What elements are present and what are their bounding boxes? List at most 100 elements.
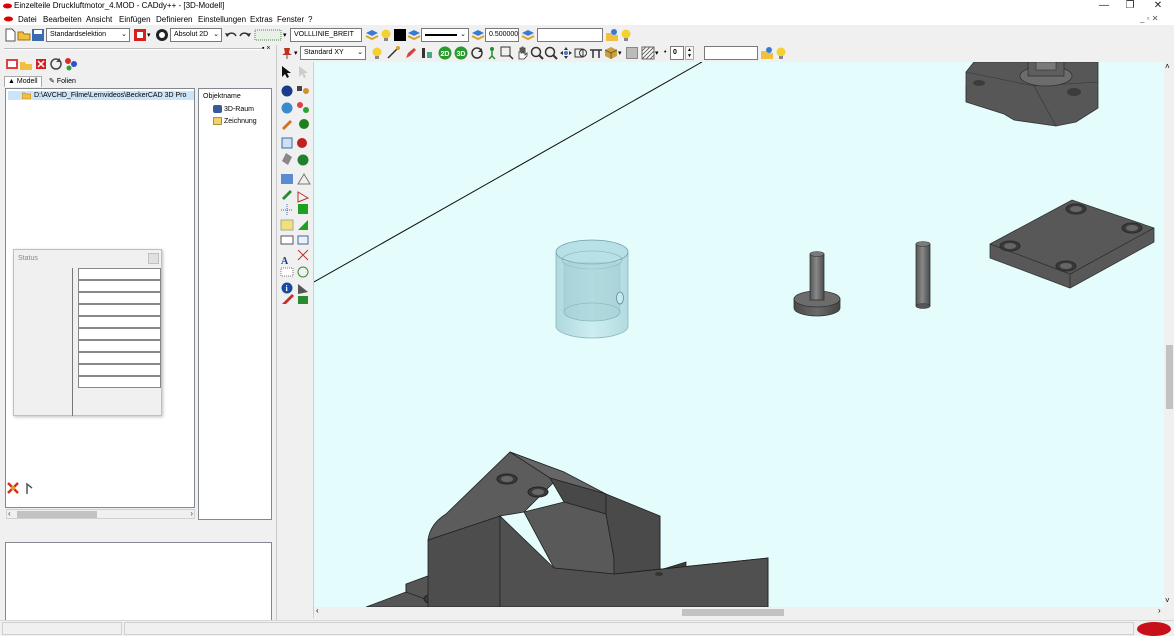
redo-icon[interactable] bbox=[238, 28, 252, 42]
model-canvas[interactable] bbox=[314, 62, 1164, 607]
menu-datei[interactable]: Datei bbox=[18, 15, 37, 24]
tools-icon[interactable] bbox=[6, 481, 20, 495]
mdi-window-controls[interactable]: _ ▫ ✕ bbox=[1140, 14, 1158, 23]
selection-mode-select[interactable]: Standardselektion ⌄ bbox=[46, 28, 130, 42]
chevron-down-icon[interactable]: ▾ bbox=[618, 49, 622, 57]
stepper-arrows[interactable]: ▲ ▼ bbox=[685, 46, 694, 60]
close-button[interactable] bbox=[148, 253, 159, 264]
line-type-select[interactable]: VOLLLINIE_BREIT bbox=[290, 28, 362, 42]
layer-icon[interactable] bbox=[521, 28, 535, 42]
3d-viewport[interactable] bbox=[314, 62, 1164, 607]
transparent-cylinder-part bbox=[555, 239, 629, 339]
scroll-right-icon[interactable]: › bbox=[1158, 606, 1161, 615]
menu-fenster[interactable]: Fenster bbox=[277, 15, 304, 24]
snap-icon[interactable] bbox=[386, 46, 400, 60]
layer-icon[interactable] bbox=[365, 28, 379, 42]
layer-name-field[interactable] bbox=[537, 28, 603, 42]
scroll-thumb[interactable] bbox=[682, 609, 784, 616]
delete-icon[interactable] bbox=[34, 57, 48, 71]
pencil-icon[interactable] bbox=[404, 46, 418, 60]
zoom-extents-icon[interactable] bbox=[559, 46, 573, 60]
tab-folien[interactable]: ✎ Folien bbox=[46, 76, 79, 87]
coord-globe-icon[interactable] bbox=[155, 28, 169, 42]
menu-bearbeiten[interactable]: Bearbeiten bbox=[43, 15, 82, 24]
status-window: Status bbox=[13, 249, 162, 416]
pan-hand-icon[interactable] bbox=[515, 46, 529, 60]
menu-help[interactable]: ? bbox=[308, 15, 312, 24]
zoom-out-icon[interactable] bbox=[544, 46, 558, 60]
restore-button[interactable]: ❐ bbox=[1118, 0, 1142, 13]
lightbulb-icon[interactable] bbox=[379, 28, 393, 42]
view-3d-icon[interactable]: 3D bbox=[454, 46, 468, 60]
main-toolbar: Standardselektion ⌄ ▾ Absolut 2D ⌄ ▾ VOLLL… bbox=[0, 25, 700, 45]
panel-pin-close[interactable]: ▪ × bbox=[262, 45, 271, 52]
scroll-down-icon[interactable]: ˅ bbox=[1165, 596, 1170, 605]
chevron-down-icon[interactable]: ▾ bbox=[655, 49, 659, 57]
refresh-icon[interactable] bbox=[49, 57, 63, 71]
measure-icon[interactable] bbox=[420, 46, 434, 60]
object-item-zeichnung[interactable]: Zeichnung bbox=[213, 117, 257, 125]
select-rect-icon[interactable] bbox=[133, 28, 147, 42]
line-width-field[interactable]: 0.500000 bbox=[485, 28, 519, 42]
line-style-select[interactable]: ⌄ bbox=[421, 28, 469, 42]
tree-hscrollbar[interactable]: ‹ › bbox=[6, 509, 195, 519]
viewport-hscrollbar[interactable]: ‹ › bbox=[314, 606, 1174, 617]
layer-field[interactable] bbox=[704, 46, 758, 60]
lightbulb-icon[interactable] bbox=[619, 28, 633, 42]
zoom-window-icon[interactable] bbox=[500, 46, 514, 60]
undo-icon[interactable] bbox=[224, 28, 238, 42]
save-icon[interactable] bbox=[31, 28, 45, 42]
properties-icon[interactable] bbox=[64, 57, 78, 71]
scroll-left-icon[interactable]: ‹ bbox=[8, 509, 11, 518]
layer-icon[interactable] bbox=[471, 28, 485, 42]
tab-modell[interactable]: ▲ Modell bbox=[4, 76, 42, 87]
scroll-left-icon[interactable]: ‹ bbox=[316, 606, 319, 615]
layer-folder-icon[interactable] bbox=[605, 28, 619, 42]
chevron-down-icon[interactable]: ▾ bbox=[283, 31, 287, 39]
object-item-3d-raum[interactable]: 3D-Raum bbox=[213, 105, 254, 113]
minimize-button[interactable]: — bbox=[1092, 0, 1116, 13]
shading-swatch[interactable] bbox=[626, 47, 638, 59]
section-icon[interactable] bbox=[589, 46, 603, 60]
rotate-icon[interactable] bbox=[470, 46, 484, 60]
scroll-right-icon[interactable]: › bbox=[190, 509, 193, 518]
panel-grip[interactable] bbox=[4, 48, 264, 50]
color-swatch[interactable] bbox=[394, 29, 406, 41]
walk-icon[interactable] bbox=[485, 46, 499, 60]
pointer-tool-icon[interactable] bbox=[22, 481, 36, 495]
menu-einstellungen[interactable]: Einstellungen bbox=[198, 15, 246, 24]
view-2d-icon[interactable]: 2D bbox=[438, 46, 452, 60]
layer-folder-icon[interactable] bbox=[760, 46, 774, 60]
menu-definieren[interactable]: Definieren bbox=[156, 15, 192, 24]
scroll-up-icon[interactable]: ˄ bbox=[1165, 62, 1170, 71]
menu-ansicht[interactable]: Ansicht bbox=[86, 15, 112, 24]
view-select[interactable]: Standard XY ⌄ bbox=[300, 46, 366, 60]
tool-palette-icons[interactable]: A i bbox=[278, 64, 314, 304]
chevron-down-icon[interactable]: ▾ bbox=[294, 49, 298, 57]
zoom-previous-icon[interactable] bbox=[574, 46, 588, 60]
zoom-in-icon[interactable] bbox=[530, 46, 544, 60]
layer-icon[interactable] bbox=[407, 28, 421, 42]
grid-icon[interactable] bbox=[254, 28, 282, 42]
cube-icon[interactable] bbox=[604, 46, 618, 60]
scroll-thumb[interactable] bbox=[17, 511, 97, 518]
datasolid-logo bbox=[1137, 622, 1171, 636]
open-folder-icon[interactable] bbox=[17, 28, 31, 42]
close-button[interactable]: ✕ bbox=[1146, 0, 1170, 13]
object-list[interactable]: Objektname 3D-Raum Zeichnung bbox=[198, 88, 272, 520]
menu-einfuegen[interactable]: Einfügen bbox=[119, 15, 151, 24]
new-folder-icon[interactable] bbox=[19, 57, 33, 71]
lightbulb-icon[interactable] bbox=[774, 46, 788, 60]
menu-extras[interactable]: Extras bbox=[250, 15, 273, 24]
new-file-icon[interactable] bbox=[3, 28, 17, 42]
model-icon[interactable] bbox=[5, 57, 19, 71]
chevron-down-icon[interactable]: ▾ bbox=[147, 31, 151, 39]
stepper-field[interactable]: 0 bbox=[670, 46, 684, 60]
hatch-icon[interactable] bbox=[641, 46, 655, 60]
pin-icon[interactable] bbox=[280, 46, 294, 60]
scroll-thumb[interactable] bbox=[1166, 345, 1173, 409]
tree-item-root[interactable]: D:\AVCHD_Filme\Lernvideos\BeckerCAD 3D P… bbox=[8, 91, 194, 100]
viewport-vscrollbar[interactable]: ˄ ˅ bbox=[1164, 62, 1174, 607]
lightbulb-icon[interactable] bbox=[370, 46, 384, 60]
coord-mode-select[interactable]: Absolut 2D ⌄ bbox=[170, 28, 222, 42]
